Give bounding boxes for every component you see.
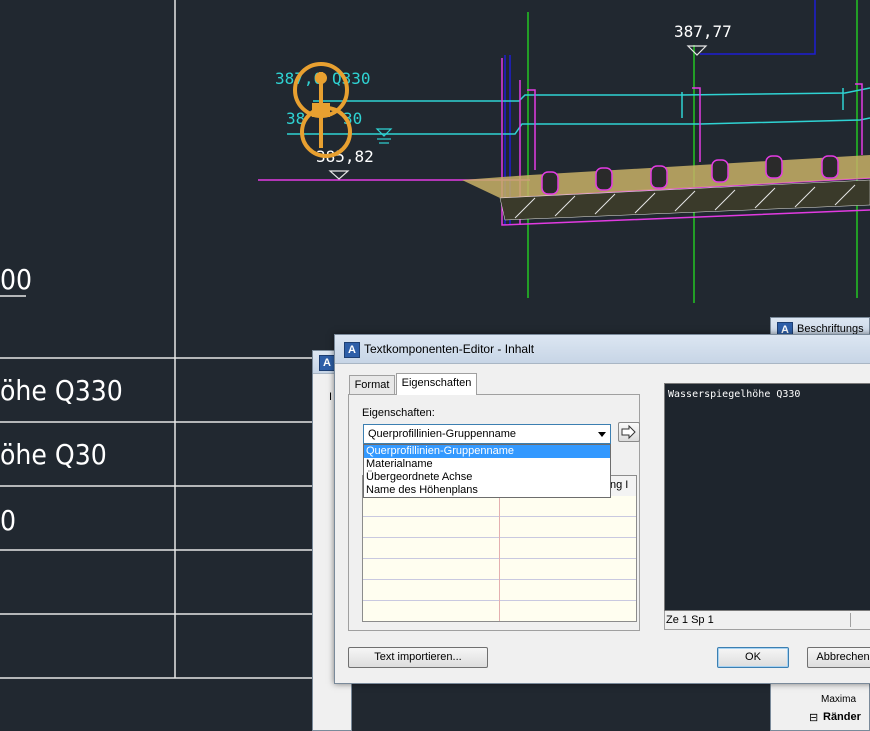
table-row-q30: öhe Q30 — [0, 438, 107, 471]
text-preview-editor[interactable]: Wasserspiegelhöhe Q330 — [664, 383, 870, 611]
editor-status-bar: Ze 1 Sp 1 — [664, 611, 870, 630]
arrow-right-icon — [621, 424, 636, 440]
cursor-position: Ze 1 Sp 1 — [666, 614, 714, 626]
tab-format[interactable]: Format — [349, 375, 395, 395]
panel-item-maxima[interactable]: Maxima — [821, 694, 856, 705]
elevation-top-label: 387,77 — [674, 22, 732, 41]
autocad-app-icon: A — [344, 342, 360, 358]
grid-column-separator — [499, 496, 500, 621]
properties-label: Eigenschaften: — [362, 407, 435, 419]
table-grid — [0, 0, 340, 679]
preview-text: Wasserspiegelhöhe Q330 — [668, 389, 801, 400]
status-divider — [850, 613, 851, 627]
table-row-q330: öhe Q330 — [0, 374, 123, 407]
water-level-lines — [287, 87, 870, 135]
dropdown-option-material-name[interactable]: Materialname — [364, 458, 610, 471]
water-level-symbol — [375, 128, 393, 144]
dialog-titlebar[interactable]: A Textkomponenten-Editor - Inhalt — [335, 335, 870, 364]
cancel-button[interactable]: Abbrechen — [807, 647, 870, 668]
table-label-00: 00 — [0, 263, 32, 296]
elevation-marker — [328, 170, 350, 180]
dialog-title: Textkomponenten-Editor - Inhalt — [364, 342, 535, 356]
ok-button[interactable]: OK — [717, 647, 789, 668]
chevron-down-icon[interactable] — [598, 432, 606, 437]
combobox-value: Querprofillinien-Gruppenname — [368, 428, 516, 440]
properties-dropdown-list[interactable]: Querprofillinien-Gruppenname Materialnam… — [363, 444, 611, 498]
insert-property-button[interactable] — [618, 422, 640, 442]
autocad-app-icon: A — [319, 355, 335, 371]
dropdown-option-group-name[interactable]: Querprofillinien-Gruppenname — [364, 445, 610, 458]
properties-combobox[interactable]: Querprofillinien-Gruppenname — [363, 424, 611, 444]
text-component-editor-dialog: A Textkomponenten-Editor - Inhalt Format… — [334, 334, 870, 684]
panel-section-borders[interactable]: Ränder — [823, 711, 861, 723]
grid-header-partial: ng I — [610, 479, 629, 491]
tab-properties[interactable]: Eigenschaften — [396, 373, 477, 395]
table-row-3: 0 — [0, 504, 16, 537]
dropdown-option-profile-view-name[interactable]: Name des Höhenplans — [364, 484, 610, 497]
background-dialog-label: I — [329, 391, 333, 403]
import-text-button[interactable]: Text importieren... — [348, 647, 488, 668]
dropdown-option-parent-alignment[interactable]: Übergeordnete Achse — [364, 471, 610, 484]
panel-section-toggle-icon[interactable]: ⊟ — [809, 711, 818, 724]
